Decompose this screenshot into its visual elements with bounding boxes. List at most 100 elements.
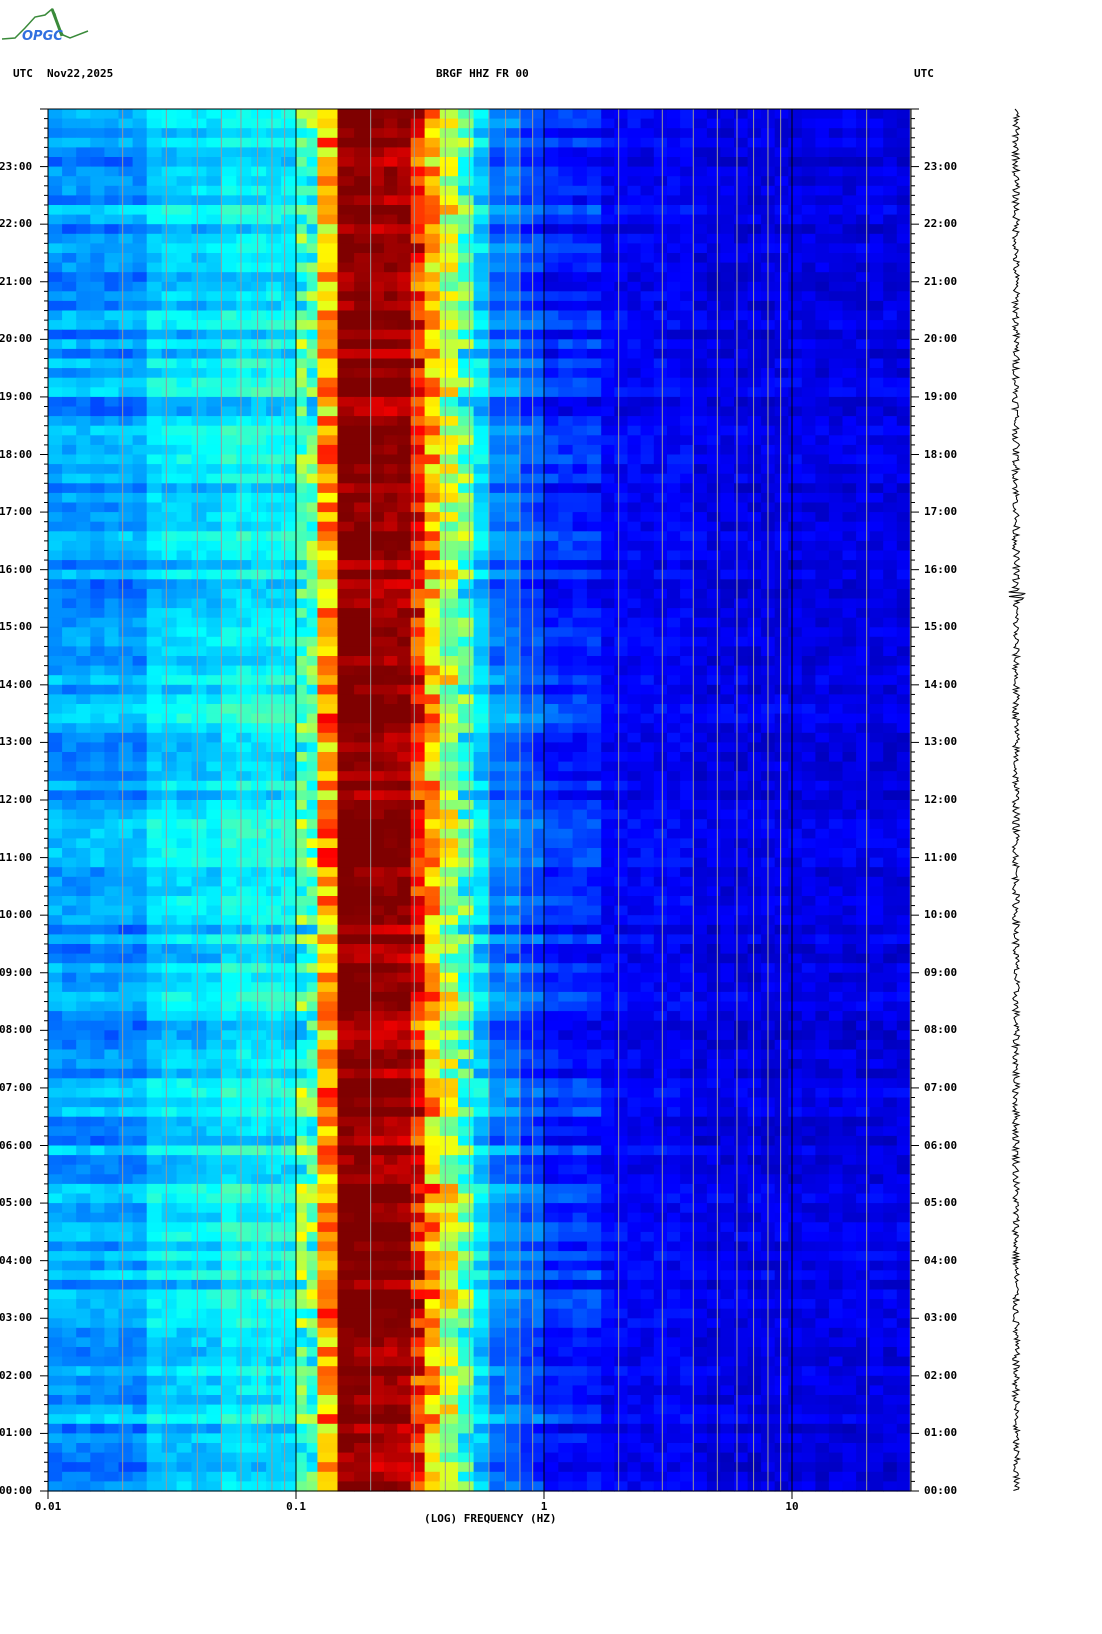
heatmap-cell (532, 560, 545, 571)
heatmap-cell (104, 348, 120, 360)
heatmap-cell (176, 243, 193, 254)
heatmap-cell (251, 867, 267, 878)
heatmap-cell (828, 185, 844, 196)
heatmap-cell (558, 224, 574, 235)
heatmap-cell (828, 320, 844, 331)
heatmap-cell (410, 224, 426, 235)
heatmap-cell (104, 838, 120, 849)
heatmap-cell (397, 694, 412, 705)
heatmap-cell (146, 137, 163, 148)
heatmap-cell (815, 752, 830, 763)
heatmap-cell (720, 166, 735, 177)
heatmap-cell (586, 848, 602, 859)
heatmap-cell (842, 694, 857, 705)
heatmap-cell (118, 598, 134, 609)
heatmap-cell (774, 272, 789, 283)
heatmap-cell (410, 329, 426, 340)
heatmap-cell (191, 300, 207, 312)
heatmap-cell (774, 800, 789, 811)
heatmap-cell (236, 291, 252, 302)
heatmap-cell (896, 617, 911, 628)
heatmap-cell (221, 512, 237, 523)
heatmap-cell (90, 329, 105, 340)
heatmap-cell (410, 608, 426, 619)
heatmap-cell (76, 310, 91, 321)
heatmap-cell (62, 684, 77, 695)
heatmap-cell (221, 406, 237, 417)
heatmap-cell (680, 454, 694, 465)
heatmap-cell (236, 243, 252, 254)
heatmap-cell (734, 205, 749, 216)
heatmap-cell (410, 694, 426, 705)
heatmap-cell (572, 848, 588, 859)
heatmap-cell (558, 617, 574, 628)
heatmap-cell (544, 300, 559, 312)
heatmap-cell (317, 157, 339, 168)
heatmap-cell (317, 665, 339, 676)
heatmap-cell (337, 406, 355, 417)
heatmap-cell (640, 828, 655, 839)
heatmap-cell (473, 243, 490, 254)
heatmap-cell (532, 675, 545, 686)
heatmap-cell (572, 857, 588, 868)
heatmap-cell (734, 262, 749, 273)
heatmap-cell (627, 809, 642, 820)
heatmap-cell (774, 646, 789, 657)
heatmap-cell (558, 579, 574, 590)
heatmap-cell (747, 608, 762, 619)
heatmap-cell (883, 329, 898, 340)
heatmap-cell (520, 291, 533, 302)
heatmap-cell (236, 214, 252, 225)
heatmap-cell (842, 185, 857, 196)
heatmap-cell (774, 531, 789, 542)
heatmap-cell (337, 742, 355, 753)
heatmap-cell (424, 166, 441, 177)
heatmap-cell (296, 512, 308, 523)
heatmap-cell (667, 166, 681, 177)
heatmap-cell (191, 483, 207, 494)
heatmap-cell (815, 387, 830, 398)
heatmap-cell (532, 157, 545, 168)
heatmap-cell (856, 406, 871, 417)
heatmap-cell (706, 166, 722, 177)
heatmap-cell (191, 243, 207, 254)
heatmap-cell (572, 214, 588, 225)
heatmap-cell (815, 118, 830, 129)
heatmap-cell (734, 281, 749, 292)
heatmap-cell (667, 675, 681, 686)
heatmap-cell (801, 838, 816, 849)
heatmap-cell (586, 310, 602, 321)
heatmap-cell (251, 627, 267, 638)
heatmap-cell (104, 147, 120, 158)
heatmap-cell (520, 492, 533, 504)
heatmap-cell (236, 521, 252, 532)
heatmap-cell (410, 838, 426, 849)
heatmap-cell (788, 205, 803, 216)
heatmap-cell (896, 224, 911, 235)
heatmap-cell (221, 387, 237, 398)
heatmap-cell (489, 684, 506, 695)
heatmap-cell (48, 147, 63, 158)
heatmap-cell (601, 157, 615, 168)
heatmap-cell (458, 473, 475, 484)
heatmap-cell (627, 742, 642, 753)
heatmap-cell (614, 598, 629, 609)
heatmap-cell (221, 195, 237, 206)
heatmap-cell (191, 387, 207, 398)
heatmap-cell (191, 857, 207, 868)
heatmap-cell (439, 713, 459, 724)
heatmap-cell (627, 560, 642, 571)
heatmap-cell (532, 320, 545, 331)
heatmap-cell (439, 502, 459, 513)
heatmap-cell (132, 291, 148, 302)
heatmap-cell (251, 579, 267, 590)
heatmap-cell (354, 636, 372, 647)
heatmap-cell (191, 723, 207, 734)
heatmap-cell (774, 176, 789, 187)
heatmap-cell (251, 454, 267, 465)
heatmap-cell (667, 377, 681, 388)
heatmap-cell (586, 608, 602, 619)
heatmap-cell (146, 185, 163, 196)
heatmap-cell (640, 675, 655, 686)
heatmap-cell (896, 704, 911, 715)
